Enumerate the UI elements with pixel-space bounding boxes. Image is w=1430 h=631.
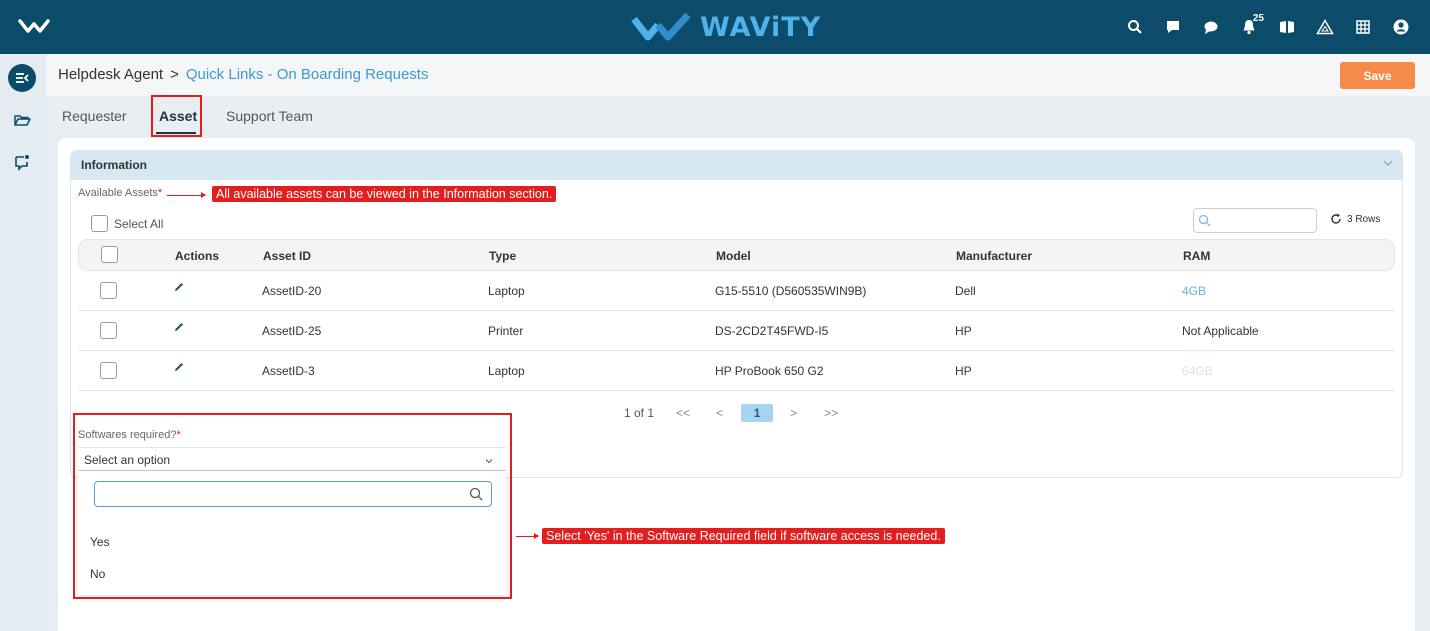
available-assets-label: Available Assets* [78,187,163,199]
tab-requester[interactable]: Requester [62,108,127,124]
menu-collapse-icon[interactable] [8,64,36,92]
left-rail [0,54,46,631]
table-header: Actions Asset ID Type Model Manufacturer… [78,239,1395,271]
bell-icon[interactable]: 25 [1230,0,1268,54]
table-search-input[interactable] [1193,208,1317,233]
annotation-assets: All available assets can be viewed in th… [212,186,557,202]
folder-open-icon[interactable] [8,106,36,134]
select-all-checkbox[interactable] [91,215,108,232]
asset-id-cell: AssetID-20 [262,284,322,298]
column-header-asset-id[interactable]: Asset ID [263,249,311,263]
wavity-menu-logo-icon[interactable] [18,14,50,38]
manufacturer-cell: HP [955,364,972,378]
wavity-logo-icon [631,12,691,41]
breadcrumb-root[interactable]: Helpdesk Agent [58,66,163,83]
column-header-ram[interactable]: RAM [1183,249,1210,263]
annotation-arrow [516,533,539,539]
chat-bubble-icon[interactable] [1154,0,1192,54]
page-header: Helpdesk Agent > Quick Links - On Boardi… [46,54,1430,96]
tab-highlight-box [151,95,202,137]
last-page-button[interactable]: >> [824,406,838,420]
top-bar: WAViTY 25 [0,0,1430,54]
tab-support-team[interactable]: Support Team [226,108,313,124]
breadcrumb-current[interactable]: Quick Links - On Boarding Requests [186,66,429,83]
chevron-down-icon[interactable] [1382,157,1394,169]
row-checkbox[interactable] [100,362,117,379]
type-cell: Printer [488,324,524,338]
notification-count: 25 [1252,13,1264,24]
edit-pencil-icon[interactable] [173,321,185,333]
tab-bar: Requester Asset Support Team [46,96,1430,138]
annotation-arrow [167,192,206,198]
row-checkbox[interactable] [100,322,117,339]
breadcrumb-separator: > [170,66,179,83]
asset-id-cell: AssetID-25 [262,324,322,338]
comment-icon[interactable] [1192,0,1230,54]
brand-logo[interactable]: WAViTY [630,8,821,46]
ram-cell: Not Applicable [1182,324,1259,338]
save-button[interactable]: Save [1340,62,1415,89]
book-icon[interactable] [1268,0,1306,54]
chat-notification-icon[interactable] [8,148,36,176]
ram-cell[interactable]: 64GB [1182,364,1213,378]
table-row[interactable]: AssetID-20 Laptop G15-5510 (D560535WIN9B… [78,271,1395,311]
column-header-actions[interactable]: Actions [175,249,219,263]
asset-id-cell: AssetID-3 [262,364,315,378]
refresh-icon [1331,213,1341,224]
top-icon-bar: 25 [1116,0,1420,54]
section-title: Information [81,158,147,172]
section-header[interactable]: Information [71,151,1402,180]
search-icon [1198,214,1211,227]
grid-icon[interactable] [1344,0,1382,54]
model-cell: DS-2CD2T45FWD-I5 [715,324,829,338]
breadcrumb: Helpdesk Agent > Quick Links - On Boardi… [58,66,428,83]
annotation-software: Select 'Yes' in the Software Required fi… [542,528,945,544]
edit-pencil-icon[interactable] [173,281,185,293]
first-page-button[interactable]: << [676,406,690,420]
model-cell: G15-5510 (D560535WIN9B) [715,284,867,298]
pagination: 1 of 1 << < 1 > >> [624,404,838,422]
type-cell: Laptop [488,364,525,378]
current-page-button[interactable]: 1 [741,404,774,422]
search-icon[interactable] [1116,0,1154,54]
dropdown-highlight-box [73,413,512,599]
user-circle-icon[interactable] [1382,0,1420,54]
warning-triangle-icon[interactable] [1306,0,1344,54]
edit-pencil-icon[interactable] [173,361,185,373]
prev-page-button[interactable]: < [716,406,723,420]
type-cell: Laptop [488,284,525,298]
model-cell: HP ProBook 650 G2 [715,364,824,378]
page-summary: 1 of 1 [624,406,655,420]
refresh-button[interactable]: 3 Rows [1330,213,1380,225]
column-header-type[interactable]: Type [489,249,516,263]
manufacturer-cell: Dell [955,284,976,298]
ram-cell[interactable]: 4GB [1182,284,1206,298]
select-all-label: Select All [114,217,164,231]
column-header-model[interactable]: Model [716,249,751,263]
manufacturer-cell: HP [955,324,972,338]
row-checkbox[interactable] [100,282,117,299]
column-header-manufacturer[interactable]: Manufacturer [956,249,1032,263]
table-row[interactable]: AssetID-25 Printer DS-2CD2T45FWD-I5 HP N… [78,311,1395,351]
next-page-button[interactable]: > [790,406,797,420]
row-count: 3 Rows [1347,213,1381,225]
table-row[interactable]: AssetID-3 Laptop HP ProBook 650 G2 HP 64… [78,351,1395,391]
header-checkbox[interactable] [101,246,118,263]
brand-name: WAViTY [700,11,822,43]
